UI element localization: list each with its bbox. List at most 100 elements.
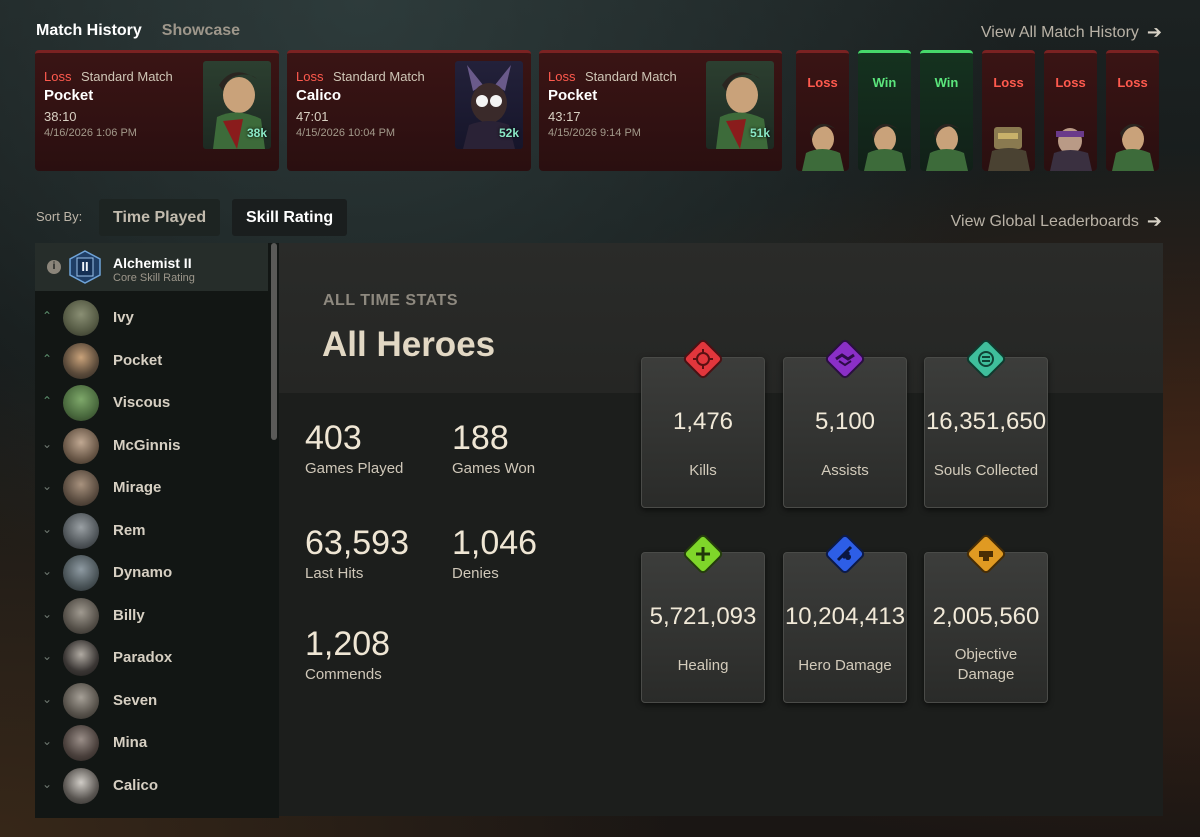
match-date: 4/15/2026 10:04 PM bbox=[296, 127, 396, 139]
tile-value: 2,005,560 bbox=[932, 603, 1040, 630]
hero-row[interactable]: ⌄ Mirage bbox=[35, 466, 268, 509]
chevron-down-icon: ⌄ bbox=[42, 436, 53, 451]
mini-match-card[interactable]: Win bbox=[858, 50, 911, 171]
rank-name: Alchemist II bbox=[113, 255, 192, 271]
hero-row[interactable]: ⌄ Mina bbox=[35, 721, 268, 764]
stat-value: 188 bbox=[452, 419, 509, 457]
arrow-right-icon: ➔ bbox=[1146, 211, 1162, 231]
tile-kills: 1,476 Kills bbox=[641, 339, 765, 508]
hero-avatar bbox=[63, 767, 99, 804]
hero-row[interactable]: ⌃ Pocket bbox=[35, 339, 268, 382]
hero-avatar bbox=[63, 427, 99, 464]
hero-avatar bbox=[63, 555, 99, 591]
rank-summary[interactable]: i II Alchemist II Core Skill Rating bbox=[35, 243, 268, 291]
hero-name: Seven bbox=[113, 691, 158, 709]
hero-row[interactable]: ⌃ Viscous bbox=[35, 381, 268, 424]
stat-value: 63,593 bbox=[305, 524, 409, 562]
hero-row[interactable]: ⌄ Billy bbox=[35, 594, 268, 637]
tile-hero-damage: 10,204,413 Hero Damage bbox=[783, 534, 907, 703]
hero-portrait bbox=[860, 117, 909, 171]
mini-match-card[interactable]: Loss bbox=[1044, 50, 1097, 171]
hero-row[interactable]: ⌄ Seven bbox=[35, 679, 268, 722]
stat-label: Games Won bbox=[452, 460, 536, 477]
match-hero: Pocket bbox=[44, 87, 94, 104]
hero-portrait bbox=[1046, 117, 1095, 171]
stat-last-hits: 63,593 Last Hits bbox=[305, 524, 409, 582]
chevron-down-icon: ⌄ bbox=[42, 776, 53, 791]
tile-label: Assists bbox=[821, 462, 869, 479]
hero-portrait bbox=[1108, 117, 1157, 171]
stat-value: 1,208 bbox=[305, 625, 391, 663]
sort-time-played-button[interactable]: Time Played bbox=[99, 199, 221, 236]
hero-portrait bbox=[922, 117, 971, 171]
mini-match-card[interactable]: Loss bbox=[982, 50, 1035, 171]
hero-row[interactable]: ⌄ Calico bbox=[35, 764, 268, 807]
hero-row[interactable]: ⌄ Rem bbox=[35, 509, 268, 552]
hero-name: Calico bbox=[113, 776, 159, 794]
match-card[interactable]: Loss Standard Match Pocket 38:10 4/16/20… bbox=[35, 50, 279, 171]
hero-avatar bbox=[63, 512, 99, 549]
hero-row[interactable]: ⌄ Paradox bbox=[35, 636, 268, 679]
hero-name: Pocket bbox=[113, 351, 163, 369]
hero-row[interactable]: ⌄ McGinnis bbox=[35, 424, 268, 467]
damage-icon bbox=[825, 534, 865, 574]
stats-kicker: ALL TIME STATS bbox=[323, 292, 458, 309]
view-global-leaderboards-link[interactable]: View Global Leaderboards ➔ bbox=[951, 211, 1162, 232]
hero-row[interactable]: ⌄ Dynamo bbox=[35, 551, 268, 594]
stat-games-played: 403 Games Played bbox=[305, 419, 403, 477]
info-icon[interactable]: i bbox=[47, 260, 61, 274]
rank-numeral: II bbox=[81, 259, 89, 274]
chevron-down-icon: ⌄ bbox=[42, 649, 53, 663]
tile-label: Healing bbox=[677, 657, 729, 674]
sort-skill-rating-button[interactable]: Skill Rating bbox=[232, 199, 348, 236]
mini-match-result: Loss bbox=[1055, 75, 1086, 90]
match-card[interactable]: Loss Standard Match Pocket 43:17 4/15/20… bbox=[539, 50, 782, 171]
match-hero: Calico bbox=[296, 87, 342, 104]
mini-match-card[interactable]: Loss bbox=[1106, 50, 1159, 171]
match-duration: 43:17 bbox=[548, 109, 581, 124]
match-mode: Standard Match bbox=[585, 69, 677, 84]
view-all-match-history-link[interactable]: View All Match History ➔ bbox=[981, 22, 1162, 43]
match-souls: 52k bbox=[498, 126, 519, 140]
tile-assists: 5,100 Assists bbox=[783, 339, 907, 508]
mini-match-result: Loss bbox=[993, 75, 1024, 90]
tab-showcase[interactable]: Showcase bbox=[162, 22, 240, 40]
hero-avatar bbox=[63, 725, 99, 761]
match-result: Loss bbox=[296, 69, 324, 84]
hero-avatar bbox=[63, 300, 99, 336]
tile-souls-collected: 16,351,650 Souls Collected bbox=[924, 339, 1048, 508]
match-card[interactable]: Loss Standard Match Calico 47:01 4/15/20… bbox=[287, 50, 531, 171]
hero-name: Dynamo bbox=[113, 564, 173, 581]
match-date: 4/16/2026 1:06 PM bbox=[44, 127, 137, 139]
match-date: 4/15/2026 9:14 PM bbox=[548, 127, 641, 139]
mini-match-result: Loss bbox=[1117, 75, 1148, 90]
tile-label: Hero Damage bbox=[798, 657, 892, 674]
tile-label: Kills bbox=[689, 462, 717, 479]
mini-match-card[interactable]: Loss bbox=[796, 50, 849, 171]
match-mode: Standard Match bbox=[333, 69, 425, 84]
soul-icon bbox=[966, 339, 1006, 379]
hero-row[interactable]: ⌃ Ivy bbox=[35, 296, 268, 339]
hero-portrait bbox=[984, 117, 1033, 171]
mini-match-card[interactable]: Win bbox=[920, 50, 973, 171]
match-duration: 47:01 bbox=[296, 109, 329, 124]
tab-match-history[interactable]: Match History bbox=[36, 22, 142, 40]
match-souls: 51k bbox=[749, 126, 770, 140]
stat-label: Commends bbox=[305, 666, 382, 683]
hero-name: McGinnis bbox=[113, 436, 181, 454]
chevron-down-icon: ⌄ bbox=[42, 691, 53, 706]
tile-value: 5,721,093 bbox=[649, 603, 757, 630]
stat-commends: 1,208 Commends bbox=[305, 625, 390, 683]
hero-list-scrollbar[interactable] bbox=[271, 243, 277, 440]
match-mode: Standard Match bbox=[81, 69, 173, 84]
hero-avatar bbox=[63, 470, 99, 506]
chevron-up-icon: ⌃ bbox=[42, 351, 53, 366]
mini-match-result: Win bbox=[934, 75, 959, 90]
handshake-icon bbox=[825, 339, 865, 379]
tile-objective-damage: 2,005,560 Objective Damage bbox=[924, 534, 1048, 703]
stat-label: Games Played bbox=[305, 460, 404, 477]
match-result: Loss bbox=[44, 69, 72, 84]
tile-value: 16,351,650 bbox=[925, 408, 1047, 435]
tile-label: Souls Collected bbox=[933, 462, 1039, 479]
hero-name: Ivy bbox=[113, 309, 134, 326]
